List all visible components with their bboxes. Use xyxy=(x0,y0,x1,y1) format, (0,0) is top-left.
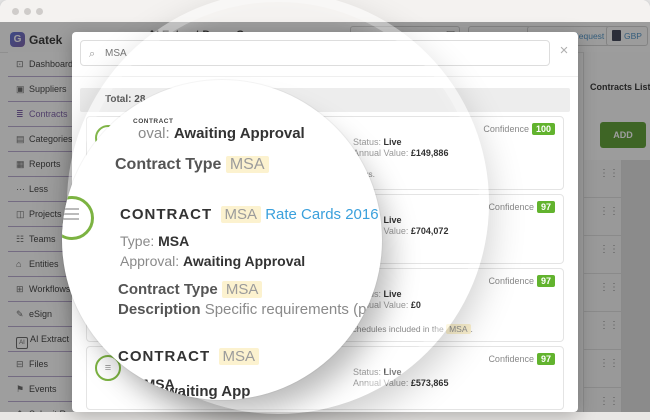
status-value: Live xyxy=(383,289,402,299)
confidence-badge: 100 xyxy=(531,123,555,135)
confidence-indicator: Confidence 97 xyxy=(488,353,555,365)
magnified-approval-value: waiting App xyxy=(166,383,251,400)
confidence-badge: 97 xyxy=(536,275,555,287)
status-value: Live xyxy=(383,137,402,147)
magnified-type-value: MSA xyxy=(158,233,190,249)
browser-window: ≡ AI Extract Demo Co › ⌕MSA ✉ 🗩 Help Doc… xyxy=(0,0,650,420)
magnified-type-label: Contract Type xyxy=(118,281,218,298)
window-close-dot[interactable] xyxy=(12,8,19,15)
confidence-badge: 97 xyxy=(536,353,555,365)
close-icon[interactable]: × xyxy=(556,43,572,59)
status-label: Status: xyxy=(353,367,382,377)
annual-value: £704,072 xyxy=(410,226,449,236)
magnified-match-badge: MSA xyxy=(225,156,269,173)
confidence-indicator: Confidence 97 xyxy=(488,275,555,287)
magnified-type-label: e: xyxy=(128,376,140,392)
magnified-description-label: Description xyxy=(118,301,201,318)
annual-value: £149,886 xyxy=(410,148,449,158)
annual-value-label: Annual Value: xyxy=(353,148,409,158)
modal-search-input[interactable]: ⌕ MSA xyxy=(80,40,550,66)
confidence-badge: 97 xyxy=(536,201,555,213)
browser-chrome xyxy=(0,0,650,23)
magnified-match-badge: MSA xyxy=(221,281,263,298)
window-zoom-dot[interactable] xyxy=(36,8,43,15)
magnified-match-badge: MSA xyxy=(220,206,262,223)
magnified-description-value: Specific requirements (price an xyxy=(204,301,382,318)
magnified-document-icon xyxy=(62,196,94,240)
annual-value: £573,865 xyxy=(410,378,449,388)
magnified-contract-title-link[interactable]: Rate Cards 2016 xyxy=(265,206,378,223)
window-minimize-dot[interactable] xyxy=(24,8,31,15)
status-label: Status: xyxy=(353,137,382,147)
divider xyxy=(72,76,578,77)
annual-value-label: Annual Value: xyxy=(353,378,409,388)
status-value: Live xyxy=(383,215,402,225)
confidence-indicator: Confidence 100 xyxy=(483,123,555,135)
magnified-type-label: Type: xyxy=(120,233,155,249)
magnified-type-label: Contract Type xyxy=(115,156,222,173)
magnified-approval-value: Awaiting Approval xyxy=(183,253,306,269)
confidence-indicator: Confidence 97 xyxy=(488,201,555,213)
magnified-approval-label: Approval: xyxy=(120,253,180,269)
magnified-approval-label: oval: xyxy=(138,125,170,142)
status-value: Live xyxy=(383,367,402,377)
search-icon: ⌕ xyxy=(89,48,96,60)
magnified-record-caption: CONTRACT xyxy=(133,118,174,125)
magnified-approval-value: Awaiting Approval xyxy=(173,125,305,142)
magnifier-lens: CONTRACT oval: Awaiting Approval Contrac… xyxy=(62,80,382,400)
magnified-record-caption: CONTRACT xyxy=(118,348,211,365)
magnified-record-caption: CONTRACT xyxy=(120,206,213,223)
magnified-match-badge: MSA xyxy=(218,348,260,365)
status-bar xyxy=(0,412,650,420)
annual-value: £0 xyxy=(410,300,421,310)
modal-search-value: MSA xyxy=(105,48,127,59)
highlighted-match: MSA xyxy=(446,324,471,334)
